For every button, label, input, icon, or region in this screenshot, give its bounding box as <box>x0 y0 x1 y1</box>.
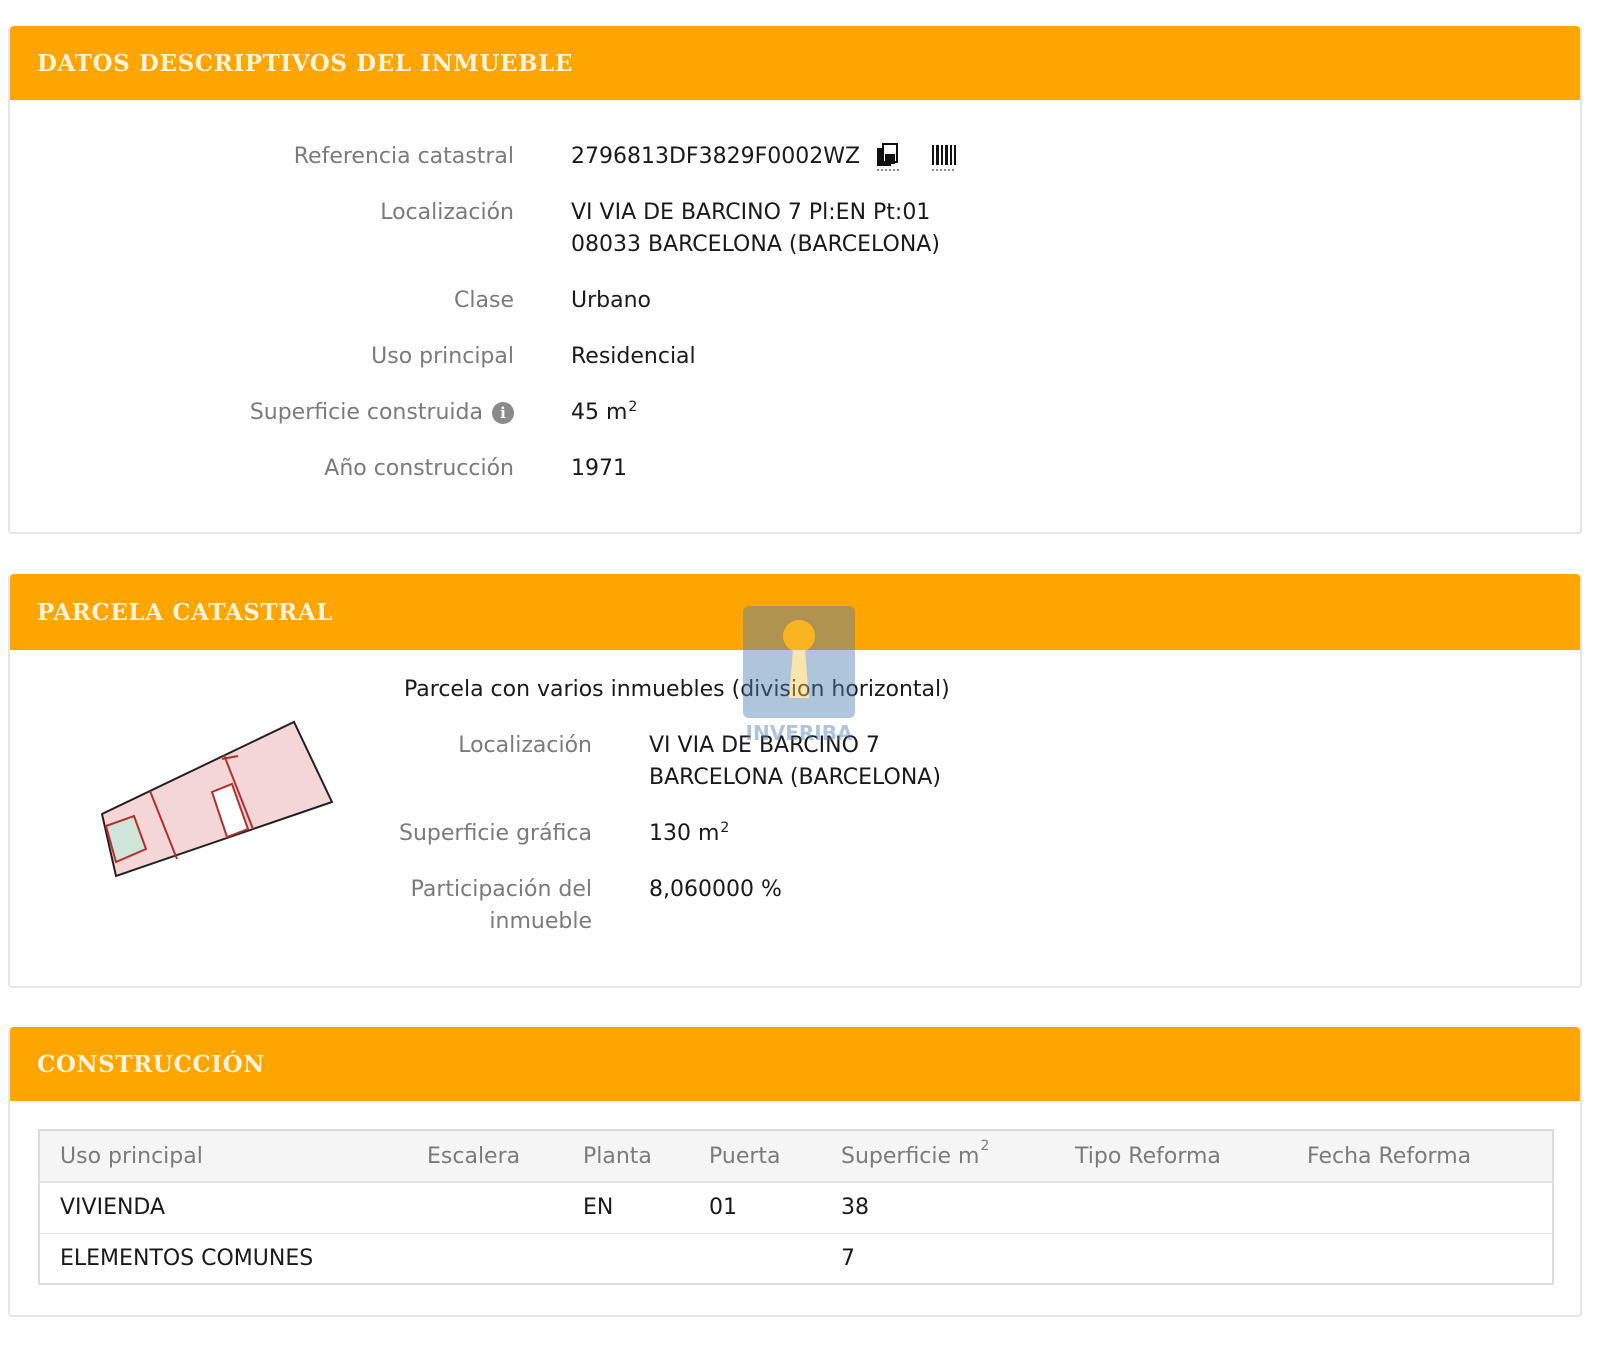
superficie-number: 45 m <box>571 400 628 425</box>
construccion-panel-header: CONSTRUCCIÓN <box>10 1027 1580 1101</box>
localizacion-line1: VI VIA DE BARCINO 7 Pl:EN Pt:01 <box>571 200 931 225</box>
cell-tipo-reforma <box>1055 1182 1287 1234</box>
panel-title: CONSTRUCCIÓN <box>37 1050 265 1078</box>
cell-uso: ELEMENTOS COMUNES <box>39 1233 407 1285</box>
cell-uso: VIVIENDA <box>39 1182 407 1234</box>
participacion-label-line1: Participación del <box>410 877 592 902</box>
parcela-superficie-value: 130 m2 <box>649 818 729 850</box>
superficie-label: Superficie construida <box>249 400 483 425</box>
ref-label: Referencia catastral <box>293 144 514 169</box>
anio-value: 1971 <box>571 456 627 481</box>
participacion-label-line2: inmueble <box>489 909 592 934</box>
uso-value: Residencial <box>571 344 696 369</box>
table-row: VIVIENDA EN 01 38 <box>39 1182 1553 1234</box>
panel-title: PARCELA CATASTRAL <box>37 598 334 626</box>
parcela-heading-row: Parcela con varios inmuebles (division h… <box>347 674 950 706</box>
copy-icon[interactable] <box>875 142 901 172</box>
parcela-localizacion-line2: BARCELONA (BARCELONA) <box>649 765 941 790</box>
ref-row: Referencia catastral 2796813DF3829F0002W… <box>10 141 958 173</box>
superficie-exp: 2 <box>628 399 638 415</box>
inmueble-panel-header: DATOS DESCRIPTIVOS DEL INMUEBLE <box>10 26 1580 100</box>
anio-label: Año construcción <box>324 456 514 481</box>
parcela-localizacion-line1: VI VIA DE BARCINO 7 <box>649 733 880 758</box>
clase-label: Clase <box>454 288 514 313</box>
parcela-panel: PARCELA CATASTRAL Parcela con varios inm… <box>8 574 1582 988</box>
col-puerta: Puerta <box>689 1130 821 1183</box>
parcela-localizacion-row: Localización VI VIA DE BARCINO 7 BARCELO… <box>10 730 941 794</box>
col-planta: Planta <box>563 1130 689 1183</box>
cell-fecha-reforma <box>1287 1182 1553 1234</box>
col-superficie-label: Superficie m <box>841 1143 980 1169</box>
cell-planta <box>563 1233 689 1285</box>
parcela-superficie-exp: 2 <box>720 820 730 836</box>
col-fecha-reforma: Fecha Reforma <box>1287 1130 1553 1183</box>
anio-row: Año construcción 1971 <box>10 453 627 485</box>
cell-planta: EN <box>563 1182 689 1234</box>
panel-title: DATOS DESCRIPTIVOS DEL INMUEBLE <box>37 49 574 77</box>
participacion-label: Participación del inmueble <box>10 874 592 938</box>
cell-puerta: 01 <box>689 1182 821 1234</box>
localizacion-row: Localización VI VIA DE BARCINO 7 Pl:EN P… <box>10 197 940 261</box>
construccion-table: Uso principal Escalera Planta Puerta Sup… <box>38 1129 1554 1285</box>
localizacion-value: VI VIA DE BARCINO 7 Pl:EN Pt:01 08033 BA… <box>571 197 940 261</box>
parcela-superficie-label: Superficie gráfica <box>399 821 592 846</box>
cell-puerta <box>689 1233 821 1285</box>
construccion-panel: CONSTRUCCIÓN Uso principal Escalera Plan… <box>8 1027 1582 1317</box>
ref-value: 2796813DF3829F0002WZ <box>571 141 958 173</box>
localizacion-line2: 08033 BARCELONA (BARCELONA) <box>571 232 940 257</box>
info-icon[interactable]: i <box>492 402 514 424</box>
inmueble-panel: DATOS DESCRIPTIVOS DEL INMUEBLE Referenc… <box>8 26 1582 534</box>
table-header-row: Uso principal Escalera Planta Puerta Sup… <box>39 1130 1553 1183</box>
col-uso: Uso principal <box>39 1130 407 1183</box>
cell-superficie: 38 <box>821 1182 1055 1234</box>
superficie-value: 45 m2 <box>571 397 637 429</box>
parcela-superficie-row: Superficie gráfica 130 m2 <box>10 818 729 850</box>
parcela-heading: Parcela con varios inmuebles (division h… <box>404 677 950 702</box>
col-escalera: Escalera <box>407 1130 563 1183</box>
participacion-value: 8,060000 % <box>649 877 782 902</box>
ref-value-text[interactable]: 2796813DF3829F0002WZ <box>571 144 860 169</box>
barcode-icon[interactable] <box>930 142 958 172</box>
parcela-localizacion-value: VI VIA DE BARCINO 7 BARCELONA (BARCELONA… <box>649 730 941 794</box>
table-row: ELEMENTOS COMUNES 7 <box>39 1233 1553 1285</box>
parcela-superficie-number: 130 m <box>649 821 720 846</box>
participacion-row: Participación del inmueble 8,060000 % <box>10 874 782 938</box>
col-superficie-exp: 2 <box>980 1137 990 1154</box>
superficie-label-wrap: Superficie construida i <box>10 397 514 429</box>
clase-value: Urbano <box>571 288 651 313</box>
col-superficie: Superficie m2 <box>821 1130 1055 1183</box>
clase-row: Clase Urbano <box>10 285 651 317</box>
uso-label: Uso principal <box>371 344 514 369</box>
cell-escalera <box>407 1233 563 1285</box>
cell-superficie: 7 <box>821 1233 1055 1285</box>
localizacion-label: Localización <box>380 200 514 225</box>
cell-escalera <box>407 1182 563 1234</box>
superficie-row: Superficie construida i 45 m2 <box>10 397 638 429</box>
cell-tipo-reforma <box>1055 1233 1287 1285</box>
uso-row: Uso principal Residencial <box>10 341 696 373</box>
col-tipo-reforma: Tipo Reforma <box>1055 1130 1287 1183</box>
parcela-panel-header: PARCELA CATASTRAL <box>10 574 1580 650</box>
cell-fecha-reforma <box>1287 1233 1553 1285</box>
parcela-localizacion-label: Localización <box>458 733 592 758</box>
